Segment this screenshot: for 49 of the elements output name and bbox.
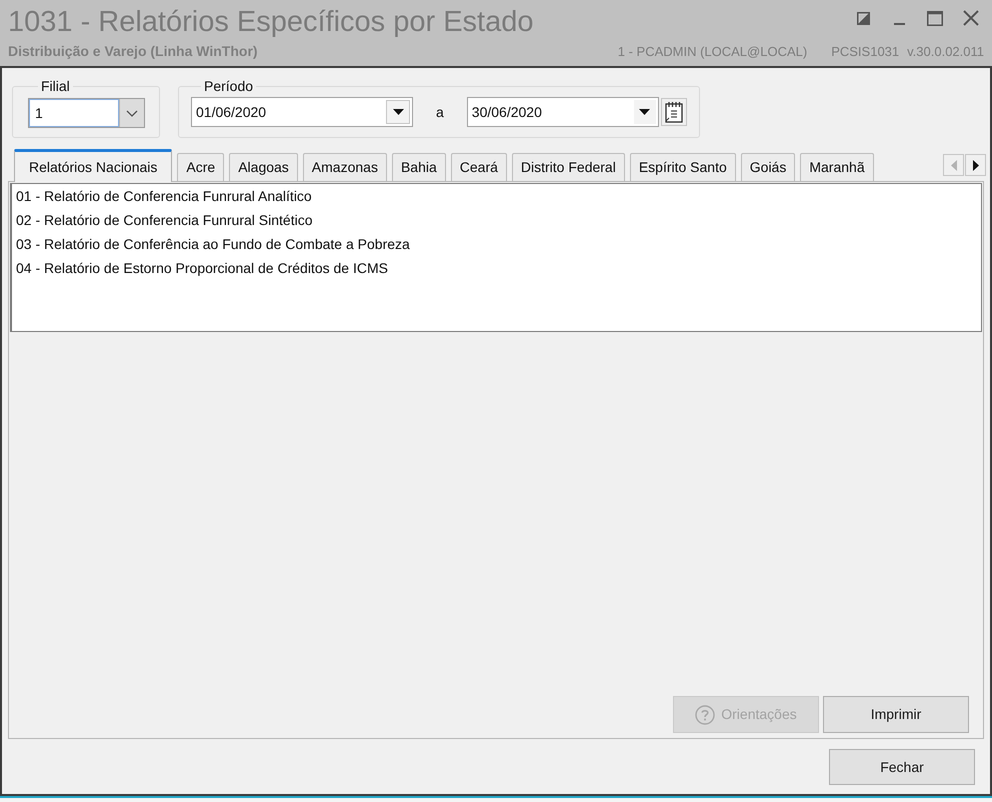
end-date-field[interactable]: 30/06/2020 — [466, 97, 659, 127]
periodo-label: Período — [203, 77, 254, 95]
user-label: 1 - PCADMIN (LOCAL@LOCAL) — [618, 42, 808, 61]
dropdown-button[interactable] — [119, 99, 144, 127]
state-tab[interactable]: Amazonas — [302, 153, 387, 181]
report-list-item[interactable]: 04 - Relatório de Estorno Proporcional de Créditos de ICMS — [16, 256, 981, 280]
version-label: v.30.0.02.011 — [907, 42, 984, 61]
close-icon — [963, 10, 979, 26]
end-date-value: 30/06/2020 — [472, 102, 542, 122]
calendar-button[interactable] — [660, 98, 687, 126]
state-tab[interactable]: Espírito Santo — [630, 153, 736, 181]
range-separator: a — [436, 102, 444, 122]
filial-label: Filial — [40, 77, 71, 95]
date-dropdown-button[interactable] — [634, 100, 656, 124]
date-dropdown-button[interactable] — [386, 100, 410, 124]
left-triangle-icon — [950, 160, 956, 170]
action-button[interactable]: Imprimir — [823, 696, 969, 733]
state-tab[interactable]: Maranhã — [800, 153, 874, 181]
half-filled-square-icon — [856, 12, 870, 24]
start-date-field[interactable]: 01/06/2020 — [191, 97, 413, 127]
minimize-icon — [894, 23, 904, 25]
state-tab[interactable]: Bahia — [392, 153, 446, 181]
report-list-item[interactable]: 01 - Relatório de Conferencia Funrural Analítico — [16, 184, 981, 208]
window-option-button[interactable] — [854, 9, 872, 27]
down-triangle-icon — [392, 109, 404, 115]
calendar-icon — [664, 101, 683, 123]
window-title: 1031 - Relatórios Específicos por Estado — [8, 5, 534, 40]
filial-value: 1 — [35, 104, 43, 122]
state-tab[interactable]: Alagoas — [229, 153, 298, 181]
chevron-down-icon — [126, 110, 138, 116]
window-subtitle: Distribuição e Varejo (Linha WinThor) — [8, 42, 258, 61]
help-icon — [695, 704, 716, 724]
close-button[interactable] — [962, 9, 980, 27]
close-window-button[interactable]: Fechar — [829, 749, 975, 785]
maximize-button[interactable] — [926, 9, 944, 27]
start-date-value: 01/06/2020 — [196, 102, 266, 122]
maximize-icon — [927, 10, 943, 26]
state-tab[interactable]: Acre — [177, 153, 224, 181]
state-tab[interactable]: Goiás — [740, 153, 796, 181]
right-triangle-icon — [972, 160, 978, 170]
program-code: PCSIS1031 — [831, 42, 900, 61]
down-triangle-icon — [639, 109, 650, 115]
tab-scroll-right-button[interactable] — [965, 154, 986, 176]
report-list-item[interactable]: 02 - Relatório de Conferencia Funrural Sintético — [16, 208, 981, 232]
filial-combobox[interactable]: 1 — [28, 98, 145, 128]
report-list-item[interactable]: 03 - Relatório de Conferência ao Fundo de Combate a Pobreza — [16, 232, 981, 256]
state-tab[interactable]: Distrito Federal — [512, 153, 625, 181]
state-tab[interactable]: Ceará — [450, 153, 507, 181]
state-tab[interactable]: Relatórios Nacionais — [14, 149, 172, 182]
